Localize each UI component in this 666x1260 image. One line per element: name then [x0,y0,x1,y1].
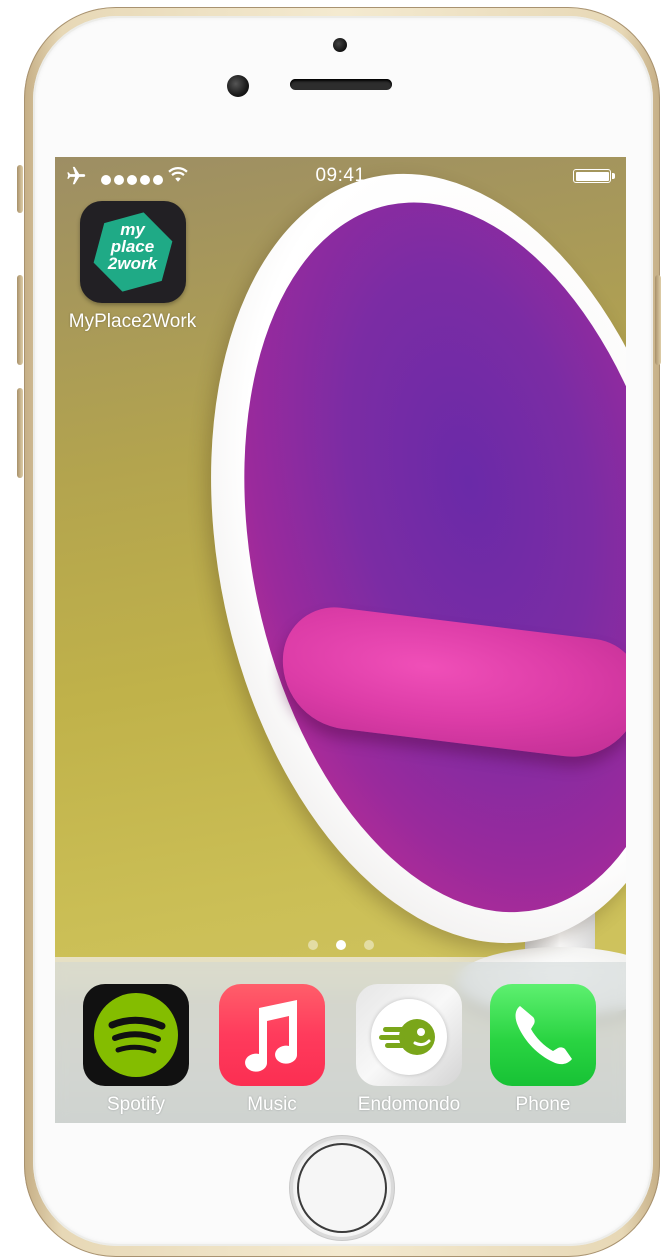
myplace2work-logo-text: my place 2work [80,221,186,272]
phone-handset-icon [490,984,596,1086]
myplace2work-icon: my place 2work [79,201,186,303]
app-label: Phone [515,1094,571,1115]
music-note-glyph-icon [245,1000,298,1072]
status-time: 09:41 [315,165,366,186]
app-phone[interactable]: Phone [490,984,596,1116]
app-spotify[interactable]: Spotify [83,984,189,1116]
home-screen: 09:41 my place 2work MyPlace2Work Spotif… [55,157,626,1123]
endomondo-runner-icon [379,1019,435,1055]
battery-icon [573,169,611,183]
app-music[interactable]: Music [219,984,325,1116]
spotify-waves-icon [108,1016,166,1054]
front-camera [227,75,249,97]
endomondo-icon [356,984,462,1086]
dock: Spotify Music Endomondo Phone [55,962,626,1123]
app-label: MyPlace2Work [68,311,197,332]
earpiece-speaker [290,79,392,90]
spotify-icon [83,984,189,1086]
battery-tip [612,173,615,179]
app-label: Spotify [106,1094,166,1115]
logo-word: my [120,220,145,239]
battery-fill [575,171,609,181]
proximity-sensor [333,38,347,52]
volume-down-button [17,388,23,478]
power-button [655,275,661,365]
music-note-icon [219,984,325,1086]
home-button[interactable] [290,1136,394,1240]
phone-handset-glyph-icon [515,1006,572,1065]
logo-word: place [110,237,155,256]
mute-switch [17,165,23,213]
page-indicator[interactable] [55,937,626,955]
page-dot[interactable] [363,940,374,950]
volume-up-button [17,275,23,365]
page-dot-current[interactable] [335,940,346,950]
page-dot[interactable] [307,940,318,950]
logo-word: 2work [107,254,158,273]
app-label: Endomondo [357,1094,461,1115]
status-bar: 09:41 [55,157,626,195]
home-button-ring [297,1143,387,1233]
app-label: Music [247,1094,297,1115]
app-myplace2work[interactable]: my place 2work MyPlace2Work [65,201,200,333]
app-endomondo[interactable]: Endomondo [349,984,469,1116]
